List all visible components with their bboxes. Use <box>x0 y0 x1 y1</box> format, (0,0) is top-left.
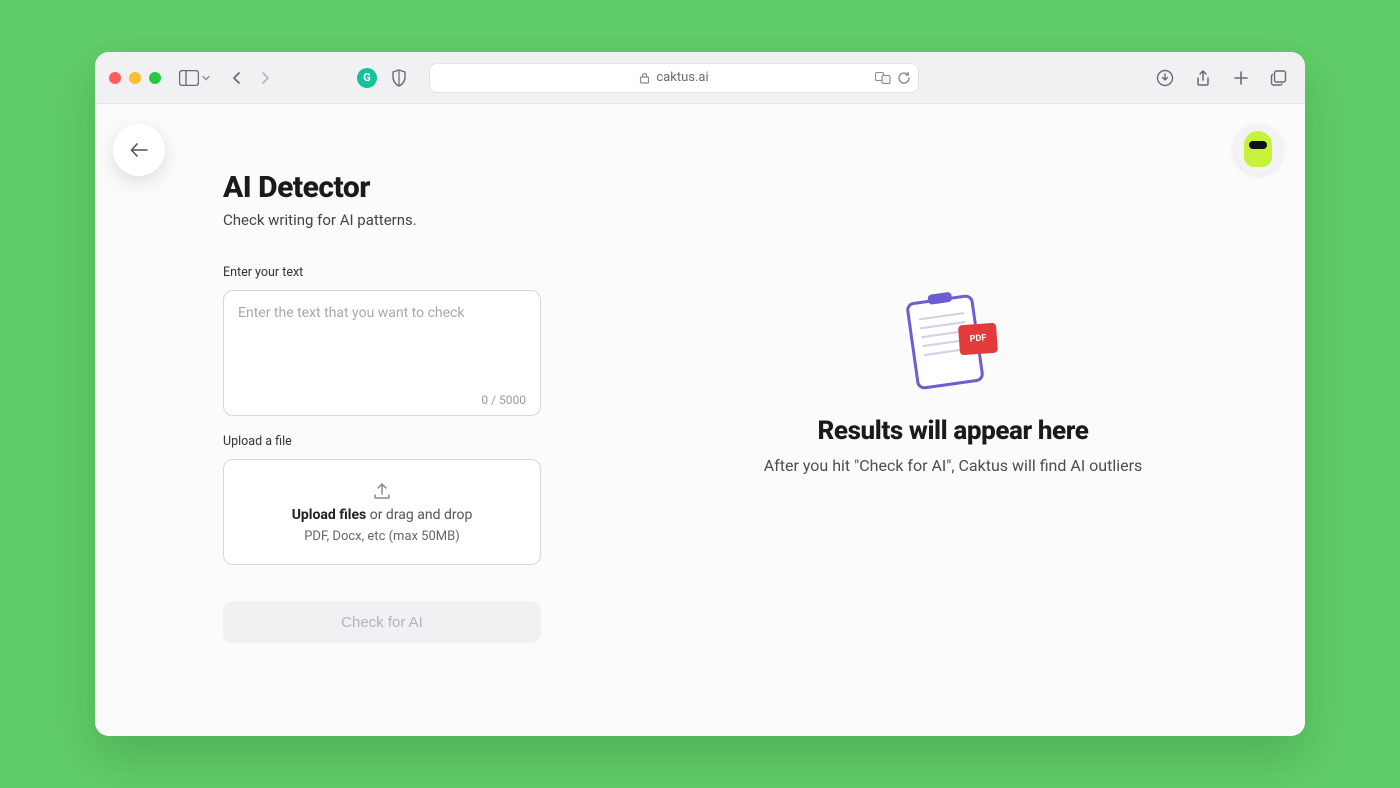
share-button[interactable] <box>1191 66 1215 90</box>
nav-forward-button[interactable] <box>253 66 277 90</box>
tabs-overview-button[interactable] <box>1267 66 1291 90</box>
grammarly-extension-icon[interactable]: G <box>357 68 377 88</box>
window-controls <box>109 72 161 84</box>
translate-icon[interactable] <box>875 71 891 85</box>
arrow-left-icon <box>130 143 148 157</box>
url-host: caktus.ai <box>656 70 708 85</box>
browser-window: G caktus.ai <box>95 52 1305 736</box>
maximize-window-button[interactable] <box>149 72 161 84</box>
check-for-ai-button[interactable]: Check for AI <box>223 601 541 643</box>
sidebar-toggle-button[interactable] <box>179 70 211 86</box>
reload-icon[interactable] <box>897 71 911 85</box>
upload-icon <box>372 481 392 501</box>
minimize-window-button[interactable] <box>129 72 141 84</box>
upload-hint: PDF, Docx, etc (max 50MB) <box>304 529 460 544</box>
downloads-button[interactable] <box>1153 66 1177 90</box>
new-tab-button[interactable] <box>1229 66 1253 90</box>
shield-icon[interactable] <box>387 66 411 90</box>
text-input-label: Enter your text <box>223 265 541 280</box>
text-input[interactable] <box>238 305 526 393</box>
address-bar[interactable]: caktus.ai <box>429 63 919 93</box>
cactus-avatar-icon <box>1244 131 1272 167</box>
lock-icon <box>639 72 650 84</box>
results-title: Results will appear here <box>817 416 1088 446</box>
nav-arrows <box>225 66 277 90</box>
results-subtitle: After you hit "Check for AI", Caktus wil… <box>764 456 1143 475</box>
upload-label: Upload a file <box>223 434 541 449</box>
upload-cta: Upload files or drag and drop <box>292 507 473 523</box>
text-input-container: 0 / 5000 <box>223 290 541 416</box>
profile-avatar[interactable] <box>1233 124 1283 174</box>
input-panel: AI Detector Check writing for AI pattern… <box>223 170 541 643</box>
char-count: 0 / 5000 <box>238 393 526 407</box>
nav-back-button[interactable] <box>225 66 249 90</box>
close-window-button[interactable] <box>109 72 121 84</box>
page-back-button[interactable] <box>113 124 165 176</box>
upload-dropzone[interactable]: Upload files or drag and drop PDF, Docx,… <box>223 459 541 565</box>
clipboard-illustration: PDF <box>903 290 1003 390</box>
page-title: AI Detector <box>223 170 541 205</box>
page-content: AI Detector Check writing for AI pattern… <box>95 104 1305 736</box>
chevron-down-icon <box>201 73 211 83</box>
results-panel: PDF Results will appear here After you h… <box>601 200 1305 643</box>
pdf-badge-icon: PDF <box>958 323 998 356</box>
browser-chrome: G caktus.ai <box>95 52 1305 104</box>
page-subtitle: Check writing for AI patterns. <box>223 211 541 229</box>
